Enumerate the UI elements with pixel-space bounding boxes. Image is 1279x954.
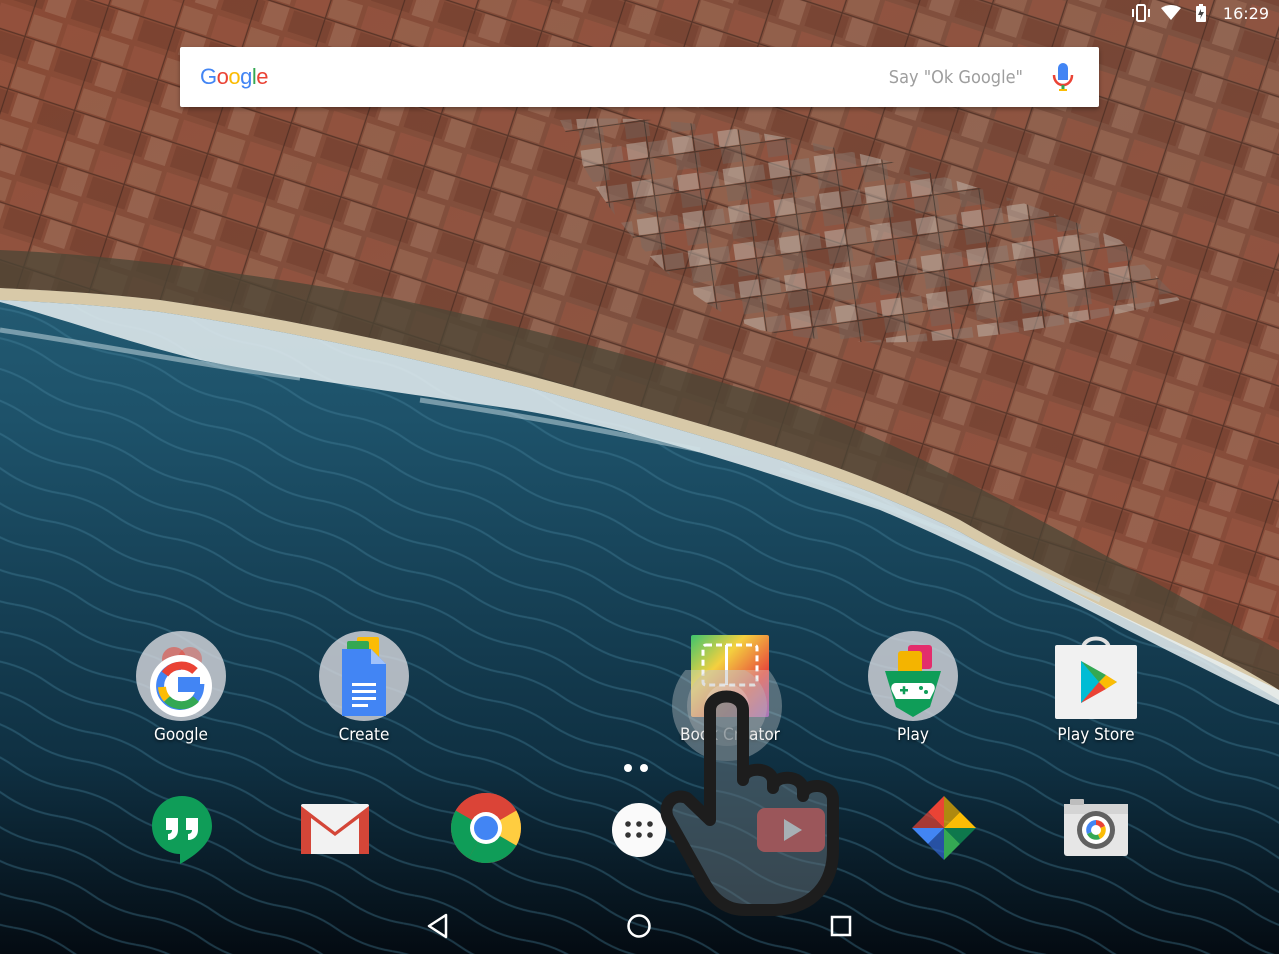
page-dot xyxy=(640,764,648,772)
gmail-icon[interactable] xyxy=(297,790,373,866)
app-label: Play Store xyxy=(1057,725,1135,745)
page-indicator xyxy=(624,764,648,772)
app-create-folder[interactable]: Create xyxy=(294,631,434,745)
back-icon[interactable] xyxy=(418,906,458,946)
status-time: 16:29 xyxy=(1222,3,1269,23)
page-dot xyxy=(624,764,632,772)
photos-icon[interactable] xyxy=(906,790,982,866)
vibrate-icon xyxy=(1131,4,1151,22)
app-label: Google xyxy=(154,725,208,745)
app-play-store[interactable]: Play Store xyxy=(1026,631,1166,745)
camera-icon[interactable] xyxy=(1058,790,1134,866)
app-google-folder[interactable]: Google xyxy=(111,631,251,745)
mic-icon[interactable] xyxy=(1051,62,1075,92)
battery-icon xyxy=(1191,4,1211,22)
google-folder-icon xyxy=(136,631,226,721)
tap-hand-icon xyxy=(655,651,855,920)
search-hint: Say "Ok Google" xyxy=(888,66,1023,88)
chrome-icon[interactable] xyxy=(448,790,524,866)
google-search-bar[interactable]: Google Say "Ok Google" xyxy=(180,47,1099,107)
app-label: Create xyxy=(338,725,390,745)
app-label: Play xyxy=(897,725,929,745)
app-play-folder[interactable]: Play xyxy=(843,631,983,745)
hangouts-icon[interactable] xyxy=(144,790,220,866)
play-store-icon xyxy=(1051,631,1141,721)
play-games-folder-icon xyxy=(868,631,958,721)
wifi-icon xyxy=(1160,4,1181,22)
docs-folder-icon xyxy=(319,631,409,721)
google-logo: Google xyxy=(200,64,269,89)
status-bar: 16:29 xyxy=(0,0,1279,26)
home-icon[interactable] xyxy=(619,906,659,946)
